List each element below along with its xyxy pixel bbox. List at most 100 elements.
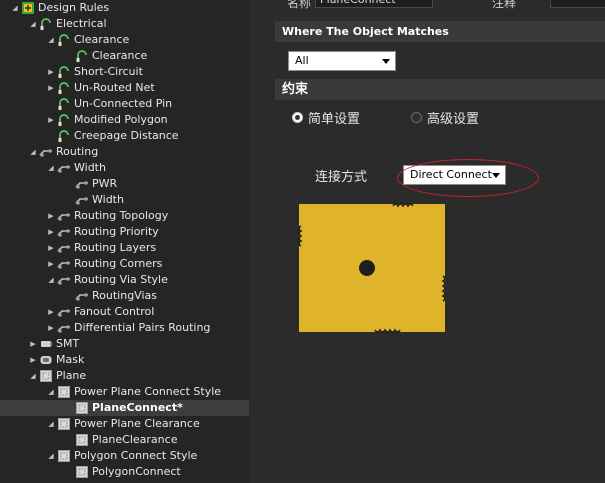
routing-rule-icon [57, 161, 71, 175]
no-arrow-spacer [64, 288, 74, 304]
expanded-arrow-icon[interactable]: ◢ [28, 144, 38, 160]
tree-item[interactable]: ◢ Clearance [0, 32, 249, 48]
collapsed-arrow-icon[interactable]: ▶ [46, 256, 56, 272]
routing-rule-icon [39, 145, 53, 159]
radio-advanced-setting[interactable]: 高级设置 [411, 108, 479, 127]
chevron-down-icon [492, 173, 500, 178]
expanded-arrow-icon[interactable]: ◢ [46, 416, 56, 432]
tree-item[interactable]: PlaneClearance [0, 432, 249, 448]
tree-item[interactable]: ▶ Routing Corners [0, 256, 249, 272]
where-object-matches-header: Where The Object Matches [275, 21, 605, 42]
expanded-arrow-icon[interactable]: ◢ [46, 384, 56, 400]
expanded-arrow-icon[interactable]: ◢ [46, 272, 56, 288]
routing-rule-icon [75, 177, 89, 191]
tree-item[interactable]: ◢ Width [0, 160, 249, 176]
name-input[interactable]: PlaneConnect [315, 0, 433, 8]
tree-item[interactable]: ▶ Short-Circuit [0, 64, 249, 80]
tree-item[interactable]: ◢ Design Rules [0, 0, 249, 16]
tree-item[interactable]: Clearance [0, 48, 249, 64]
routing-rule-icon [57, 209, 71, 223]
tree-item-label: Creepage Distance [74, 129, 179, 142]
tree-item[interactable]: RoutingVias [0, 288, 249, 304]
clearance-rule-icon [57, 65, 71, 79]
collapsed-arrow-icon[interactable]: ▶ [46, 80, 56, 96]
connection-preview [298, 203, 445, 333]
match-scope-dropdown[interactable]: All [288, 51, 396, 71]
tree-item[interactable]: ◢ Power Plane Connect Style [0, 384, 249, 400]
tree-item-label: Fanout Control [74, 305, 155, 318]
clearance-rule-icon [57, 113, 71, 127]
tree-item-label: Differential Pairs Routing [74, 321, 211, 334]
rules-tree[interactable]: ◢ Design Rules ◢ Electrical ◢ Clearance Cleara… [0, 0, 249, 483]
tree-item[interactable]: ◢ Plane [0, 368, 249, 384]
tree-item-label: Power Plane Connect Style [74, 385, 222, 398]
tree-item[interactable]: PolygonConnect [0, 464, 249, 480]
expanded-arrow-icon[interactable]: ◢ [10, 0, 20, 16]
plane-rule-icon [39, 369, 53, 383]
plane-rule-icon [75, 465, 89, 479]
no-arrow-spacer [64, 176, 74, 192]
collapsed-arrow-icon[interactable]: ▶ [46, 320, 56, 336]
tree-item[interactable]: ▶ Modified Polygon [0, 112, 249, 128]
collapsed-arrow-icon[interactable]: ▶ [46, 224, 56, 240]
clearance-rule-icon [75, 49, 89, 63]
collapsed-arrow-icon[interactable]: ▶ [46, 112, 56, 128]
expanded-arrow-icon[interactable]: ◢ [28, 16, 38, 32]
routing-rule-icon [75, 193, 89, 207]
expanded-arrow-icon[interactable]: ◢ [46, 160, 56, 176]
tree-item[interactable]: ▶ Mask [0, 352, 249, 368]
collapsed-arrow-icon[interactable]: ▶ [28, 336, 38, 352]
routing-rule-icon [75, 289, 89, 303]
routing-rule-icon [57, 257, 71, 271]
tree-item[interactable]: ▶ Routing Layers [0, 240, 249, 256]
expanded-arrow-icon[interactable]: ◢ [46, 448, 56, 464]
radio-simple-setting[interactable]: 简单设置 [292, 108, 360, 127]
tree-item[interactable]: ◢ Polygon Connect Style [0, 448, 249, 464]
panel-splitter[interactable] [249, 0, 275, 483]
radio-advanced-label: 高级设置 [427, 112, 480, 127]
tree-item[interactable]: PWR [0, 176, 249, 192]
tree-item[interactable]: ▶ Fanout Control [0, 304, 249, 320]
no-arrow-spacer [46, 96, 56, 112]
radio-unselected-icon [411, 112, 422, 123]
routing-rule-icon [57, 241, 71, 255]
collapsed-arrow-icon[interactable]: ▶ [46, 240, 56, 256]
plane-rule-icon [75, 433, 89, 447]
tree-item[interactable]: ◢ Routing [0, 144, 249, 160]
tree-item-label: Clearance [74, 33, 130, 46]
collapsed-arrow-icon[interactable]: ▶ [46, 304, 56, 320]
clearance-rule-icon [57, 81, 71, 95]
tree-item[interactable]: ◢ Routing Via Style [0, 272, 249, 288]
connect-style-label: 连接方式 [315, 170, 368, 185]
tree-item[interactable]: ▶ Differential Pairs Routing [0, 320, 249, 336]
tree-item-label: Routing Corners [74, 257, 163, 270]
connect-style-dropdown[interactable]: Direct Connect [403, 165, 506, 185]
connect-style-value: Direct Connect [410, 168, 492, 181]
tree-item[interactable]: ▶ Routing Topology [0, 208, 249, 224]
radio-simple-label: 简单设置 [308, 112, 361, 127]
tree-item[interactable]: Width [0, 192, 249, 208]
tree-item[interactable]: ▶ Un-Routed Net [0, 80, 249, 96]
tree-item-label: Width [92, 193, 124, 206]
expanded-arrow-icon[interactable]: ◢ [46, 32, 56, 48]
tree-item-label: PolygonConnect [92, 465, 181, 478]
tree-item[interactable]: PlaneConnect* [0, 400, 249, 416]
tree-item[interactable]: Creepage Distance [0, 128, 249, 144]
tree-item-label: Design Rules [38, 1, 110, 14]
tree-item-label: Mask [56, 353, 85, 366]
comment-input[interactable] [550, 0, 605, 8]
tree-item[interactable]: ◢ Electrical [0, 16, 249, 32]
collapsed-arrow-icon[interactable]: ▶ [46, 64, 56, 80]
tree-item[interactable]: ▶ Routing Priority [0, 224, 249, 240]
constraints-header: 约束 [275, 79, 605, 100]
collapsed-arrow-icon[interactable]: ▶ [28, 352, 38, 368]
tree-item-label: PlaneConnect* [92, 401, 183, 414]
tree-item-label: Routing Layers [74, 241, 157, 254]
tree-item[interactable]: ▶ SMT [0, 336, 249, 352]
tree-item[interactable]: Un-Connected Pin [0, 96, 249, 112]
expanded-arrow-icon[interactable]: ◢ [28, 368, 38, 384]
tree-item-label: Short-Circuit [74, 65, 143, 78]
tree-item[interactable]: ◢ Power Plane Clearance [0, 416, 249, 432]
collapsed-arrow-icon[interactable]: ▶ [46, 208, 56, 224]
tree-item-label: PlaneClearance [92, 433, 178, 446]
